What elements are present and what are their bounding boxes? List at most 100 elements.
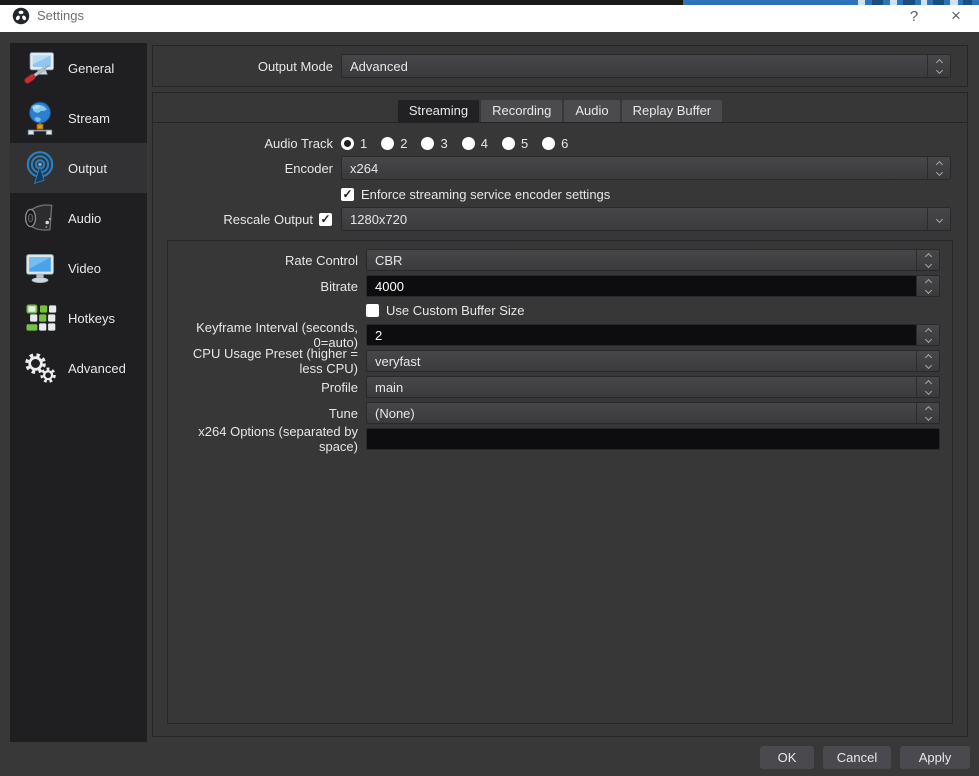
encoder-row: Encoder x264 (153, 156, 967, 180)
enforce-checkbox[interactable]: ✓ (341, 187, 354, 201)
bitrate-label: Bitrate (320, 278, 358, 294)
rescale-resolution-select[interactable]: 1280x720 (341, 207, 951, 231)
spinner-arrows-icon[interactable] (916, 276, 939, 296)
rate-control-label: Rate Control (285, 252, 358, 268)
output-broadcast-icon (21, 149, 59, 187)
tab-audio[interactable]: Audio (564, 100, 620, 122)
encoder-select[interactable]: x264 (341, 156, 951, 180)
x264-options-input[interactable] (366, 428, 940, 450)
ok-button[interactable]: OK (760, 746, 814, 769)
custom-buffer-label: Use Custom Buffer Size (386, 303, 525, 318)
output-settings-group: Streaming Recording Audio Replay Buffer … (152, 92, 968, 737)
rescale-output-checkbox[interactable]: ✓ (319, 212, 332, 226)
sidebar-item-stream[interactable]: Stream (10, 93, 147, 143)
sidebar-item-label: Stream (68, 110, 110, 126)
rescale-output-row: Rescale Output ✓ 1280x720 (153, 207, 967, 231)
custom-buffer-checkbox[interactable]: ✓ (366, 304, 379, 317)
sidebar-item-output[interactable]: Output (10, 143, 147, 193)
output-mode-group: Output Mode Advanced (152, 45, 968, 87)
spinner-arrows-icon[interactable] (927, 55, 950, 77)
rate-control-select[interactable]: CBR (366, 249, 940, 271)
tune-label: Tune (328, 405, 358, 421)
dialog-button-row: OK Cancel Apply (760, 746, 970, 769)
output-mode-value: Advanced (350, 58, 408, 74)
sidebar-item-audio[interactable]: Audio (10, 193, 147, 243)
radio-label: 4 (480, 135, 488, 151)
bitrate-input[interactable]: 4000 (366, 275, 940, 297)
sidebar-item-general[interactable]: General (10, 43, 147, 93)
audio-track-option-5[interactable]: 5 (501, 135, 529, 151)
tune-value: (None) (375, 405, 415, 421)
encoder-settings-group: Rate Control CBR Bitrate 4000 ✓ Use Cust… (167, 240, 953, 724)
sidebar-item-label: Hotkeys (68, 310, 115, 326)
audio-track-option-6[interactable]: 6 (542, 136, 568, 151)
tune-select[interactable]: (None) (366, 402, 940, 424)
stream-globe-icon (21, 99, 59, 137)
chevron-down-icon[interactable] (927, 208, 950, 230)
audio-speaker-icon (21, 199, 59, 237)
rate-control-row: Rate Control CBR (168, 249, 952, 271)
radio-label: 5 (520, 135, 529, 151)
keyframe-interval-value: 2 (375, 327, 383, 343)
spinner-arrows-icon[interactable] (916, 377, 939, 397)
close-button[interactable]: × (939, 3, 973, 29)
x264-options-row: x264 Options (separated by space) (168, 424, 952, 454)
encoder-value: x264 (350, 160, 379, 176)
encoder-label: Encoder (284, 160, 333, 176)
radio-button-icon[interactable] (461, 136, 475, 150)
sidebar-item-label: Audio (68, 210, 102, 226)
hotkeys-keyboard-icon (21, 299, 59, 337)
radio-button-icon[interactable] (501, 136, 515, 150)
settings-sidebar: General Stream Output Audio Video Hotkey… (10, 43, 147, 742)
spinner-arrows-icon[interactable] (916, 250, 939, 270)
rate-control-value: CBR (375, 252, 403, 268)
radio-button-icon[interactable] (542, 136, 556, 150)
keyframe-interval-input[interactable]: 2 (366, 324, 940, 346)
cpu-preset-select[interactable]: veryfast (366, 350, 940, 372)
radio-button-icon[interactable] (341, 136, 354, 150)
video-monitor-icon (21, 249, 59, 287)
audio-track-option-2[interactable]: 2 (381, 136, 407, 151)
spinner-arrows-icon[interactable] (927, 157, 950, 179)
help-button[interactable]: ? (897, 3, 931, 29)
profile-label: Profile (321, 379, 358, 395)
profile-select[interactable]: main (366, 376, 940, 398)
audio-track-option-4[interactable]: 4 (461, 135, 488, 151)
radio-label: 6 (561, 135, 569, 151)
audio-track-label: Audio Track (264, 135, 333, 151)
sidebar-item-label: Video (68, 260, 102, 276)
background-window-strip (0, 0, 979, 5)
x264-options-label: x264 Options (separated by space) (198, 424, 358, 454)
profile-row: Profile main (168, 376, 952, 398)
spinner-arrows-icon[interactable] (916, 351, 939, 371)
sidebar-item-label: Advanced (68, 360, 126, 376)
radio-button-icon[interactable] (381, 136, 395, 150)
sidebar-item-label: Output (68, 160, 108, 176)
cpu-preset-label: CPU Usage Preset (higher = less CPU) (192, 346, 358, 376)
keyframe-interval-row: Keyframe Interval (seconds, 0=auto) 2 (168, 320, 952, 350)
bitrate-value: 4000 (375, 278, 404, 294)
sidebar-item-hotkeys[interactable]: Hotkeys (10, 293, 147, 343)
output-mode-label: Output Mode (257, 58, 333, 74)
cpu-preset-row: CPU Usage Preset (higher = less CPU) ver… (168, 346, 952, 376)
cpu-preset-value: veryfast (375, 353, 421, 369)
sidebar-item-advanced[interactable]: Advanced (10, 343, 147, 393)
spinner-arrows-icon[interactable] (916, 325, 939, 345)
audio-track-option-3[interactable]: 3 (421, 136, 448, 151)
radio-button-icon[interactable] (421, 136, 435, 150)
tab-recording[interactable]: Recording (481, 100, 563, 122)
obs-logo-icon (12, 7, 30, 25)
tune-row: Tune (None) (168, 402, 952, 424)
bitrate-row: Bitrate 4000 (168, 275, 952, 297)
enforce-checkbox-label: Enforce streaming service encoder settin… (361, 186, 611, 202)
cancel-button[interactable]: Cancel (823, 746, 891, 769)
audio-track-option-1[interactable]: 1 (341, 136, 367, 151)
audio-track-radios: 1 2 3 4 5 6 (341, 136, 582, 151)
tab-replay-buffer[interactable]: Replay Buffer (621, 100, 723, 122)
apply-button[interactable]: Apply (900, 746, 970, 769)
output-mode-select[interactable]: Advanced (341, 54, 951, 78)
sidebar-item-video[interactable]: Video (10, 243, 147, 293)
radio-label: 2 (400, 135, 408, 151)
spinner-arrows-icon[interactable] (916, 403, 939, 423)
tab-streaming[interactable]: Streaming (397, 100, 480, 122)
